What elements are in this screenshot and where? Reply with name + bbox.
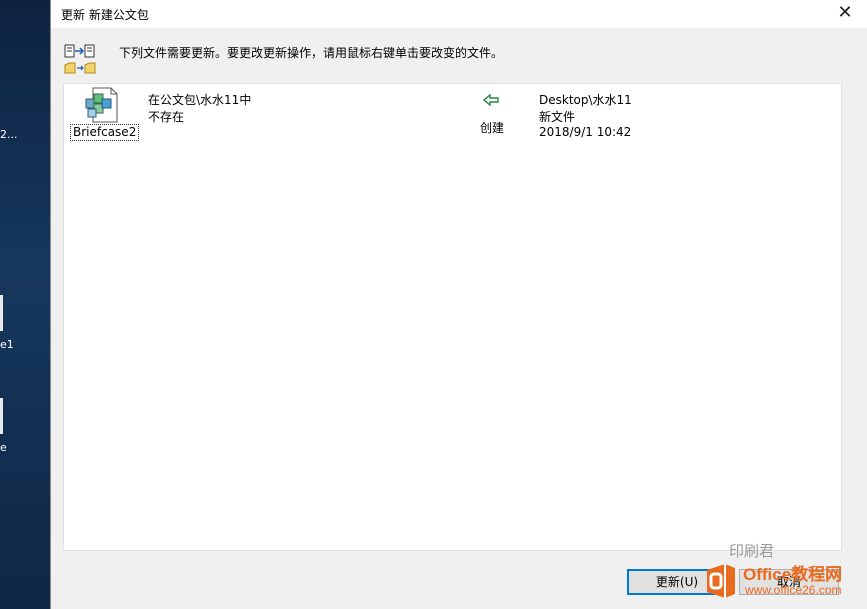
file-update-list[interactable]: Briefcase2 在公文包\水水11中 不存在 创建 Desktop\水水1… bbox=[63, 83, 842, 551]
destination-modified: 2018/9/1 10:42 bbox=[539, 125, 632, 139]
destination-location: Desktop\水水11 bbox=[539, 93, 632, 107]
destination-status: 新文件 bbox=[539, 110, 576, 124]
sync-files-icon bbox=[64, 44, 96, 74]
briefcase-file-icon[interactable] bbox=[83, 87, 123, 123]
desktop-icon-label[interactable]: e1 bbox=[0, 338, 14, 351]
office-logo-icon bbox=[707, 564, 735, 598]
desktop-icon-label[interactable]: 2... bbox=[0, 128, 18, 141]
source-status: 不存在 bbox=[148, 110, 185, 124]
watermark: 印刷君 Office教程网 www.office26.com bbox=[701, 542, 861, 606]
source-location: 在公文包\水水11中 bbox=[148, 93, 252, 107]
watermark-brand: Office教程网 bbox=[743, 565, 843, 584]
instruction-text: 下列文件需要更新。要更改更新操作，请用鼠标右键单击要改变的文件。 bbox=[119, 46, 504, 60]
update-action-label[interactable]: 创建 bbox=[480, 119, 504, 136]
desktop-icon-label[interactable]: e bbox=[0, 441, 7, 454]
close-button[interactable]: ✕ bbox=[833, 2, 857, 24]
title-bar[interactable]: 更新 新建公文包 ✕ bbox=[51, 0, 867, 28]
watermark-faint-text: 印刷君 bbox=[729, 542, 775, 560]
update-briefcase-dialog: 更新 新建公文包 ✕ 下列文件需要更新。要更改更新操作，请用鼠标右键单击要改变的… bbox=[50, 0, 867, 609]
watermark-url: www.office26.com bbox=[745, 583, 842, 597]
desktop-icon[interactable] bbox=[0, 295, 3, 331]
window-title: 更新 新建公文包 bbox=[61, 8, 149, 22]
arrow-left-icon[interactable] bbox=[483, 94, 499, 106]
desktop-icon[interactable] bbox=[0, 398, 3, 434]
file-name-label[interactable]: Briefcase2 bbox=[70, 124, 140, 141]
